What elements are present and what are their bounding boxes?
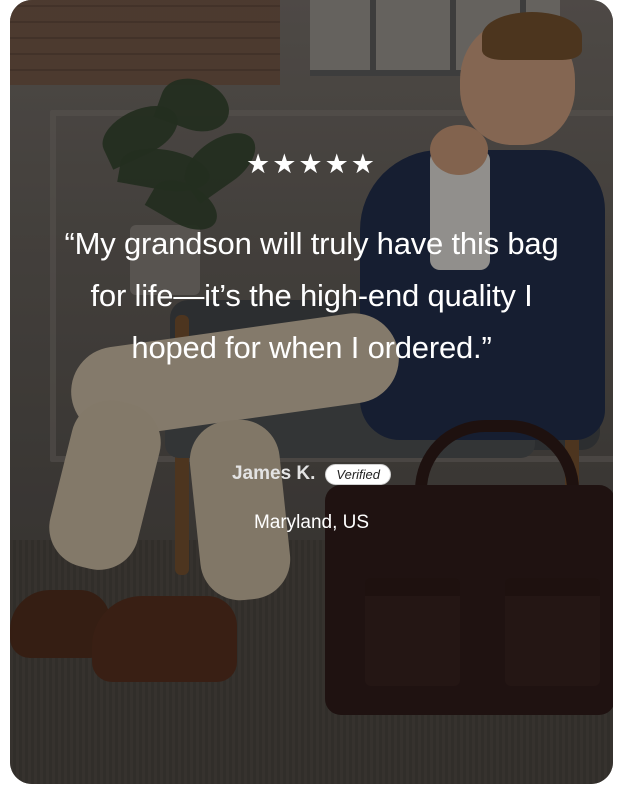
verified-badge: Verified — [325, 463, 392, 485]
testimonial-card: ★★★★★ “My grandson will truly have this … — [10, 0, 613, 784]
reviewer-location: Maryland, US — [253, 512, 370, 533]
reviewer-row: James K. Verified — [10, 463, 613, 485]
star-rating: ★★★★★ — [10, 149, 613, 180]
background-photo — [10, 0, 613, 784]
review-quote: “My grandson will truly have this bag fo… — [64, 226, 559, 365]
star-icon: ★★★★★ — [245, 149, 378, 180]
reviewer-name: James K. — [231, 463, 316, 484]
